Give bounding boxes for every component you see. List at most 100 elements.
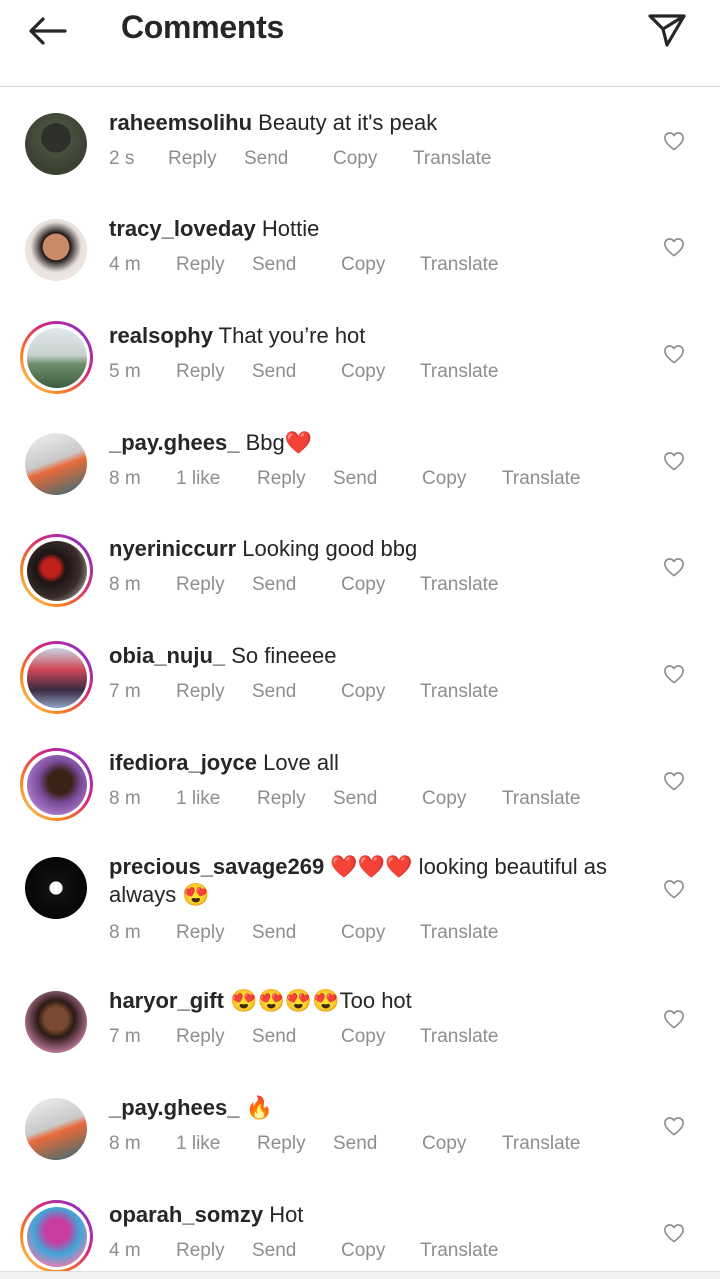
copy-button[interactable]: Copy	[422, 468, 466, 490]
avatar[interactable]	[20, 641, 93, 714]
avatar[interactable]	[24, 218, 88, 282]
reply-button[interactable]: Reply	[176, 1240, 225, 1262]
send-button[interactable]: Send	[252, 254, 296, 276]
comment-body: So fineeee	[231, 643, 337, 668]
comment-username[interactable]: obia_nuju_	[109, 643, 225, 668]
comment-row: tracy_loveday Hottie 4 m Reply Send Copy Tran…	[0, 215, 720, 308]
like-button[interactable]	[660, 661, 688, 687]
send-button[interactable]: Send	[333, 1133, 377, 1155]
like-button[interactable]	[660, 234, 688, 260]
back-button[interactable]	[22, 10, 72, 52]
comment-row: realsophy That you’re hot 5 m Reply Send Cop…	[0, 321, 720, 415]
reply-button[interactable]: Reply	[257, 788, 306, 810]
comment-likes[interactable]: 1 like	[176, 788, 220, 810]
send-button[interactable]: Send	[252, 361, 296, 383]
translate-button[interactable]: Translate	[420, 574, 499, 596]
comment-text: _pay.ghees_ Bbg❤️	[109, 429, 639, 457]
copy-button[interactable]: Copy	[422, 788, 466, 810]
comment-time: 8 m	[109, 922, 141, 943]
avatar[interactable]	[24, 1097, 88, 1161]
reply-button[interactable]: Reply	[176, 254, 225, 276]
share-button[interactable]	[644, 8, 690, 52]
translate-button[interactable]: Translate	[420, 681, 499, 703]
like-button[interactable]	[660, 1006, 688, 1032]
like-button[interactable]	[660, 1113, 688, 1139]
like-button[interactable]	[660, 1220, 688, 1246]
paper-plane-icon	[648, 14, 686, 47]
copy-button[interactable]: Copy	[341, 1026, 385, 1048]
avatar[interactable]	[24, 432, 88, 496]
comment-username[interactable]: haryor_gift	[109, 988, 224, 1013]
send-button[interactable]: Send	[333, 468, 377, 490]
send-button[interactable]: Send	[252, 1240, 296, 1262]
send-button[interactable]: Send	[252, 574, 296, 596]
send-button[interactable]: Send	[252, 681, 296, 703]
translate-button[interactable]: Translate	[420, 361, 499, 383]
like-button[interactable]	[660, 768, 688, 794]
comment-username[interactable]: realsophy	[109, 323, 213, 348]
comment-row: _pay.ghees_ 🔥 8 m 1 like Reply Send Copy Trans…	[0, 1095, 720, 1187]
reply-button[interactable]: Reply	[176, 681, 225, 703]
comment-likes[interactable]: 1 like	[176, 1133, 220, 1155]
like-button[interactable]	[660, 448, 688, 474]
comment-username[interactable]: _pay.ghees_	[109, 430, 239, 455]
comment-username[interactable]: raheemsolihu	[109, 110, 252, 135]
avatar-image	[25, 991, 87, 1053]
comment-text: tracy_loveday Hottie	[109, 215, 639, 243]
reply-button[interactable]: Reply	[176, 922, 225, 944]
translate-button[interactable]: Translate	[502, 788, 581, 810]
comment-row: precious_savage269 ❤️❤️❤️ looking beauti…	[0, 854, 720, 976]
copy-button[interactable]: Copy	[341, 254, 385, 276]
translate-button[interactable]: Translate	[420, 922, 499, 944]
copy-button[interactable]: Copy	[341, 922, 385, 944]
comment-username[interactable]: oparah_somzy	[109, 1202, 263, 1227]
like-button[interactable]	[660, 876, 688, 902]
avatar[interactable]	[20, 534, 93, 607]
comment-body: Bbg❤️	[245, 430, 313, 455]
avatar[interactable]	[24, 856, 88, 920]
avatar[interactable]	[20, 321, 93, 394]
comment-likes[interactable]: 1 like	[176, 468, 220, 490]
comment-username[interactable]: _pay.ghees_	[109, 1095, 239, 1120]
send-button[interactable]: Send	[333, 788, 377, 810]
avatar[interactable]	[24, 112, 88, 176]
arrow-left-icon	[29, 17, 67, 45]
comment-username[interactable]: ifediora_joyce	[109, 750, 257, 775]
comment-time: 4 m	[109, 1240, 141, 1261]
reply-button[interactable]: Reply	[176, 1026, 225, 1048]
translate-button[interactable]: Translate	[502, 1133, 581, 1155]
translate-button[interactable]: Translate	[413, 148, 492, 170]
translate-button[interactable]: Translate	[420, 1240, 499, 1262]
copy-button[interactable]: Copy	[341, 361, 385, 383]
reply-button[interactable]: Reply	[257, 1133, 306, 1155]
like-button[interactable]	[660, 128, 688, 154]
copy-button[interactable]: Copy	[422, 1133, 466, 1155]
reply-button[interactable]: Reply	[176, 574, 225, 596]
avatar[interactable]	[20, 1200, 93, 1273]
like-button[interactable]	[660, 554, 688, 580]
copy-button[interactable]: Copy	[333, 148, 377, 170]
heart-icon	[664, 452, 684, 471]
reply-button[interactable]: Reply	[176, 361, 225, 383]
copy-button[interactable]: Copy	[341, 1240, 385, 1262]
send-button[interactable]: Send	[244, 148, 288, 170]
comment-username[interactable]: tracy_loveday	[109, 216, 256, 241]
avatar[interactable]	[20, 748, 93, 821]
comment-text: oparah_somzy Hot	[109, 1201, 639, 1229]
copy-button[interactable]: Copy	[341, 681, 385, 703]
send-button[interactable]: Send	[252, 922, 296, 944]
like-button[interactable]	[660, 341, 688, 367]
send-button[interactable]: Send	[252, 1026, 296, 1048]
reply-button[interactable]: Reply	[168, 148, 217, 170]
comment-username[interactable]: nyeriniccurr	[109, 536, 236, 561]
comments-header: Comments	[0, 0, 720, 87]
comment-username[interactable]: precious_savage269	[109, 854, 324, 879]
copy-button[interactable]: Copy	[341, 574, 385, 596]
comment-body: 😍😍😍😍Too hot	[230, 988, 412, 1013]
translate-button[interactable]: Translate	[502, 468, 581, 490]
heart-icon	[664, 345, 684, 364]
avatar[interactable]	[24, 990, 88, 1054]
reply-button[interactable]: Reply	[257, 468, 306, 490]
translate-button[interactable]: Translate	[420, 254, 499, 276]
translate-button[interactable]: Translate	[420, 1026, 499, 1048]
